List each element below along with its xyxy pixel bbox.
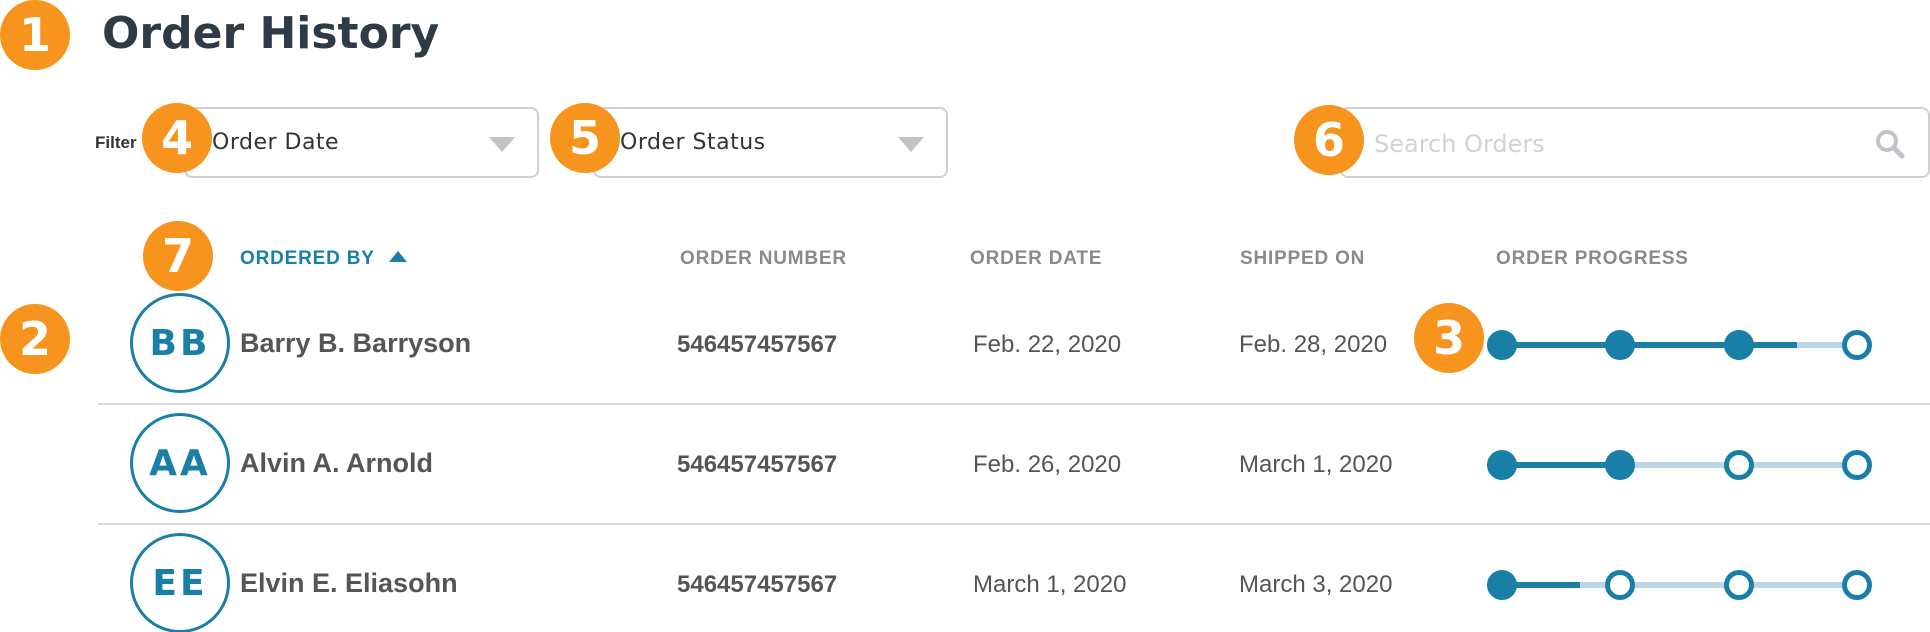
column-header-shipped-on[interactable]: SHIPPED ON bbox=[1240, 248, 1365, 270]
search-input[interactable] bbox=[1374, 127, 1854, 161]
column-header-ordered-by-label: ORDERED BY bbox=[240, 248, 375, 269]
order-date-dropdown[interactable]: Order Date bbox=[184, 107, 539, 178]
order-date: March 1, 2020 bbox=[973, 571, 1127, 598]
chevron-down-icon bbox=[898, 137, 924, 152]
column-header-order-date[interactable]: ORDER DATE bbox=[970, 248, 1102, 270]
order-number: 546457457567 bbox=[677, 571, 838, 598]
order-progress-tracker bbox=[1480, 568, 1880, 602]
progress-step-pending bbox=[1724, 570, 1754, 600]
ordered-by-name: Barry B. Barryson bbox=[240, 328, 472, 358]
avatar: BB bbox=[130, 293, 230, 393]
order-progress-tracker bbox=[1480, 328, 1880, 362]
progress-step-complete bbox=[1487, 450, 1517, 480]
progress-step-complete bbox=[1487, 570, 1517, 600]
order-number: 546457457567 bbox=[677, 451, 838, 478]
progress-step-pending bbox=[1842, 330, 1872, 360]
order-date: Feb. 22, 2020 bbox=[973, 331, 1122, 358]
avatar: AA bbox=[130, 413, 230, 513]
progress-fill bbox=[1502, 462, 1619, 468]
order-status-dropdown-value: Order Status bbox=[620, 130, 766, 155]
column-header-order-number[interactable]: ORDER NUMBER bbox=[680, 248, 847, 270]
callout-badge-3: 3 bbox=[1414, 303, 1484, 373]
callout-badge-6: 6 bbox=[1294, 105, 1364, 175]
order-date-dropdown-value: Order Date bbox=[212, 130, 340, 155]
chevron-down-icon bbox=[489, 137, 515, 152]
ordered-by-name: Elvin E. Eliasohn bbox=[240, 568, 458, 598]
sort-ascending-icon bbox=[388, 251, 407, 262]
progress-step-complete bbox=[1487, 330, 1517, 360]
callout-badge-4: 4 bbox=[142, 103, 212, 173]
filter-label: Filter bbox=[95, 133, 137, 152]
progress-step-pending bbox=[1724, 450, 1754, 480]
order-progress-tracker bbox=[1480, 448, 1880, 482]
progress-step-complete bbox=[1605, 450, 1635, 480]
callout-badge-5: 5 bbox=[550, 103, 620, 173]
column-header-order-progress[interactable]: ORDER PROGRESS bbox=[1496, 248, 1689, 270]
search-box bbox=[1340, 107, 1930, 178]
progress-step-complete bbox=[1605, 330, 1635, 360]
order-number: 546457457567 bbox=[677, 331, 838, 358]
callout-badge-7: 7 bbox=[143, 221, 213, 291]
order-date: Feb. 26, 2020 bbox=[973, 451, 1122, 478]
ordered-by-name: Alvin A. Arnold bbox=[240, 448, 433, 478]
progress-step-pending bbox=[1842, 570, 1872, 600]
avatar: EE bbox=[130, 533, 230, 632]
table-row[interactable]: BB Barry B. Barryson 546457457567 Feb. 2… bbox=[0, 284, 1930, 404]
callout-badge-1: 1 bbox=[0, 0, 70, 70]
progress-step-complete bbox=[1724, 330, 1754, 360]
progress-step-pending bbox=[1605, 570, 1635, 600]
callout-badge-2: 2 bbox=[0, 304, 70, 374]
table-row[interactable]: EE Elvin E. Eliasohn 546457457567 March … bbox=[0, 524, 1930, 632]
page-title: Order History bbox=[102, 8, 440, 59]
shipped-on: March 1, 2020 bbox=[1239, 451, 1393, 478]
search-icon[interactable] bbox=[1874, 128, 1906, 160]
table-row[interactable]: AA Alvin A. Arnold 546457457567 Feb. 26,… bbox=[0, 404, 1930, 524]
progress-step-pending bbox=[1842, 450, 1872, 480]
column-header-ordered-by[interactable]: ORDERED BY bbox=[240, 248, 407, 270]
order-status-dropdown[interactable]: Order Status bbox=[593, 107, 948, 178]
shipped-on: Feb. 28, 2020 bbox=[1239, 331, 1388, 358]
shipped-on: March 3, 2020 bbox=[1239, 571, 1393, 598]
